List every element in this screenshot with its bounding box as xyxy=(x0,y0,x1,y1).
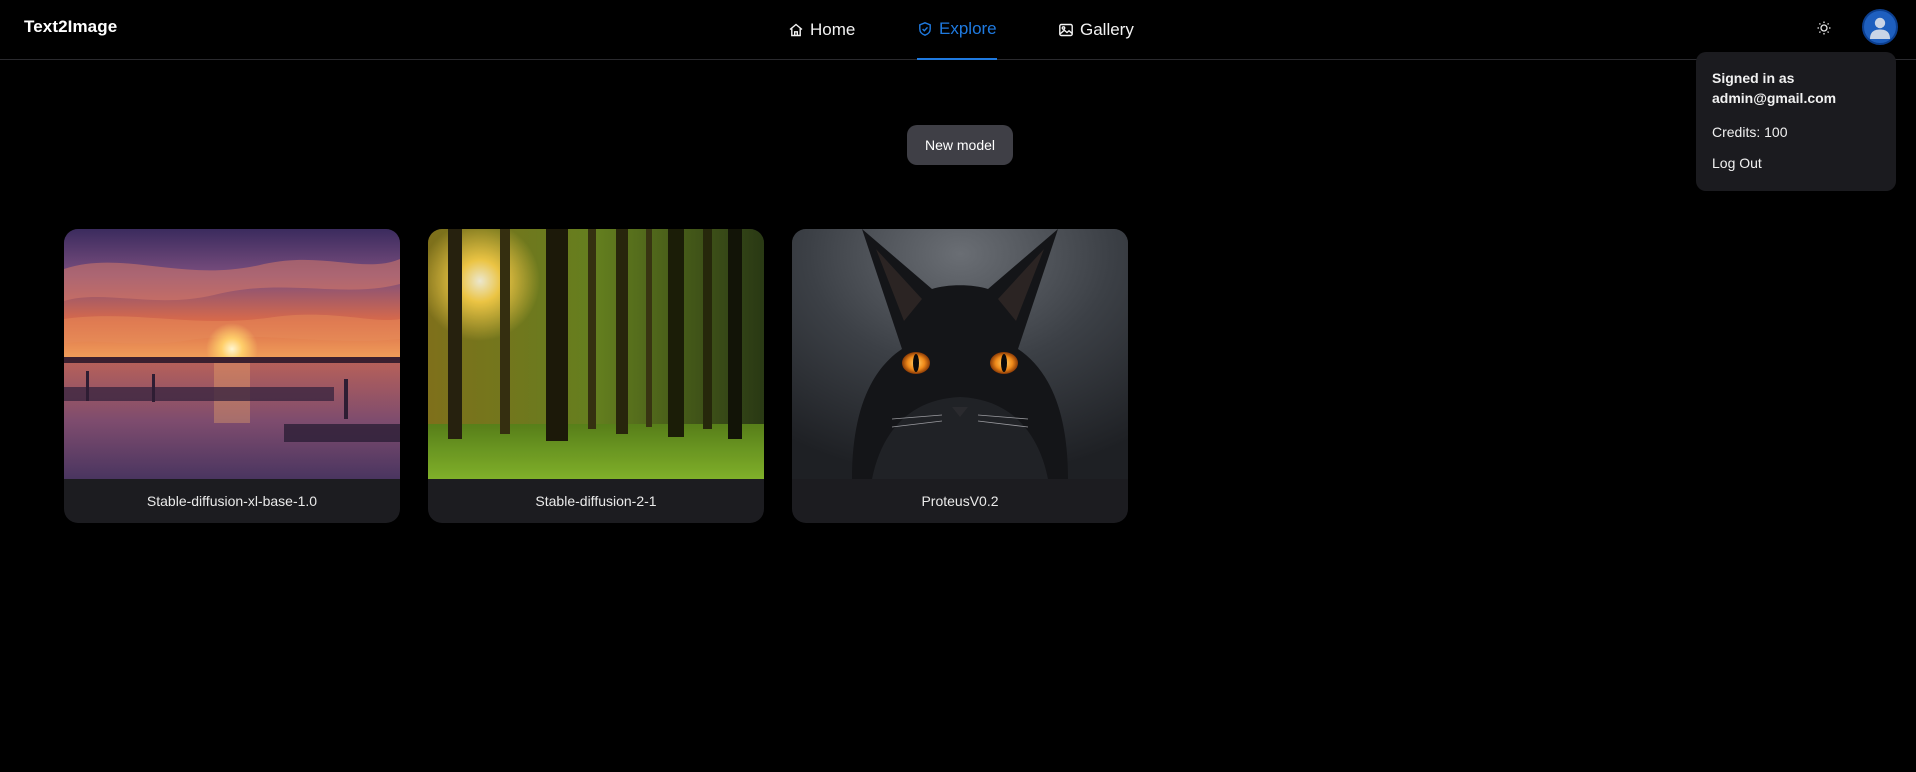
signed-in-info: Signed in as admin@gmail.com xyxy=(1712,68,1880,108)
nav-home[interactable]: Home xyxy=(788,0,855,60)
nav-explore[interactable]: Explore xyxy=(917,0,997,60)
theme-toggle-button[interactable] xyxy=(1814,18,1834,38)
top-navigation-bar: Text2Image Home Explore Gallery xyxy=(0,0,1916,60)
signed-in-label: Signed in as xyxy=(1712,70,1795,86)
model-name-label: Stable-diffusion-xl-base-1.0 xyxy=(146,493,318,509)
model-card-proteus[interactable]: ProteusV0.2 xyxy=(792,229,1128,523)
model-thumbnail-sunlit-forest[interactable] xyxy=(428,229,764,479)
brand-logo[interactable]: Text2Image xyxy=(24,17,117,37)
nav-gallery[interactable]: Gallery xyxy=(1058,0,1134,60)
user-avatar-button[interactable] xyxy=(1862,9,1898,45)
black-cat-image xyxy=(792,229,1128,479)
user-avatar-icon xyxy=(1870,17,1890,39)
new-model-button[interactable]: New model xyxy=(907,125,1013,165)
model-card-sdxl[interactable]: Stable-diffusion-xl-base-1.0 xyxy=(64,229,400,523)
user-menu-dropdown: Signed in as admin@gmail.com Credits: 10… xyxy=(1696,52,1896,191)
signed-in-email: admin@gmail.com xyxy=(1712,90,1837,106)
image-icon xyxy=(1059,23,1073,37)
nav-explore-label: Explore xyxy=(939,19,997,38)
model-thumbnail-black-cat[interactable] xyxy=(792,229,1128,479)
home-icon xyxy=(789,23,803,37)
model-thumbnail-sunset-lake[interactable] xyxy=(64,229,400,479)
model-card-sd21[interactable]: Stable-diffusion-2-1 xyxy=(428,229,764,523)
sunlit-forest-image xyxy=(428,229,764,479)
shield-icon xyxy=(919,22,931,36)
sunset-lake-image xyxy=(64,229,400,479)
logout-menu-item[interactable]: Log Out xyxy=(1712,155,1880,171)
sun-icon xyxy=(1817,21,1831,35)
credits-value: Credits: 100 xyxy=(1712,124,1788,140)
nav-gallery-label: Gallery xyxy=(1080,20,1134,39)
nav-home-label: Home xyxy=(810,20,856,39)
model-name-label: ProteusV0.2 xyxy=(921,493,999,509)
model-name-label: Stable-diffusion-2-1 xyxy=(535,493,657,509)
